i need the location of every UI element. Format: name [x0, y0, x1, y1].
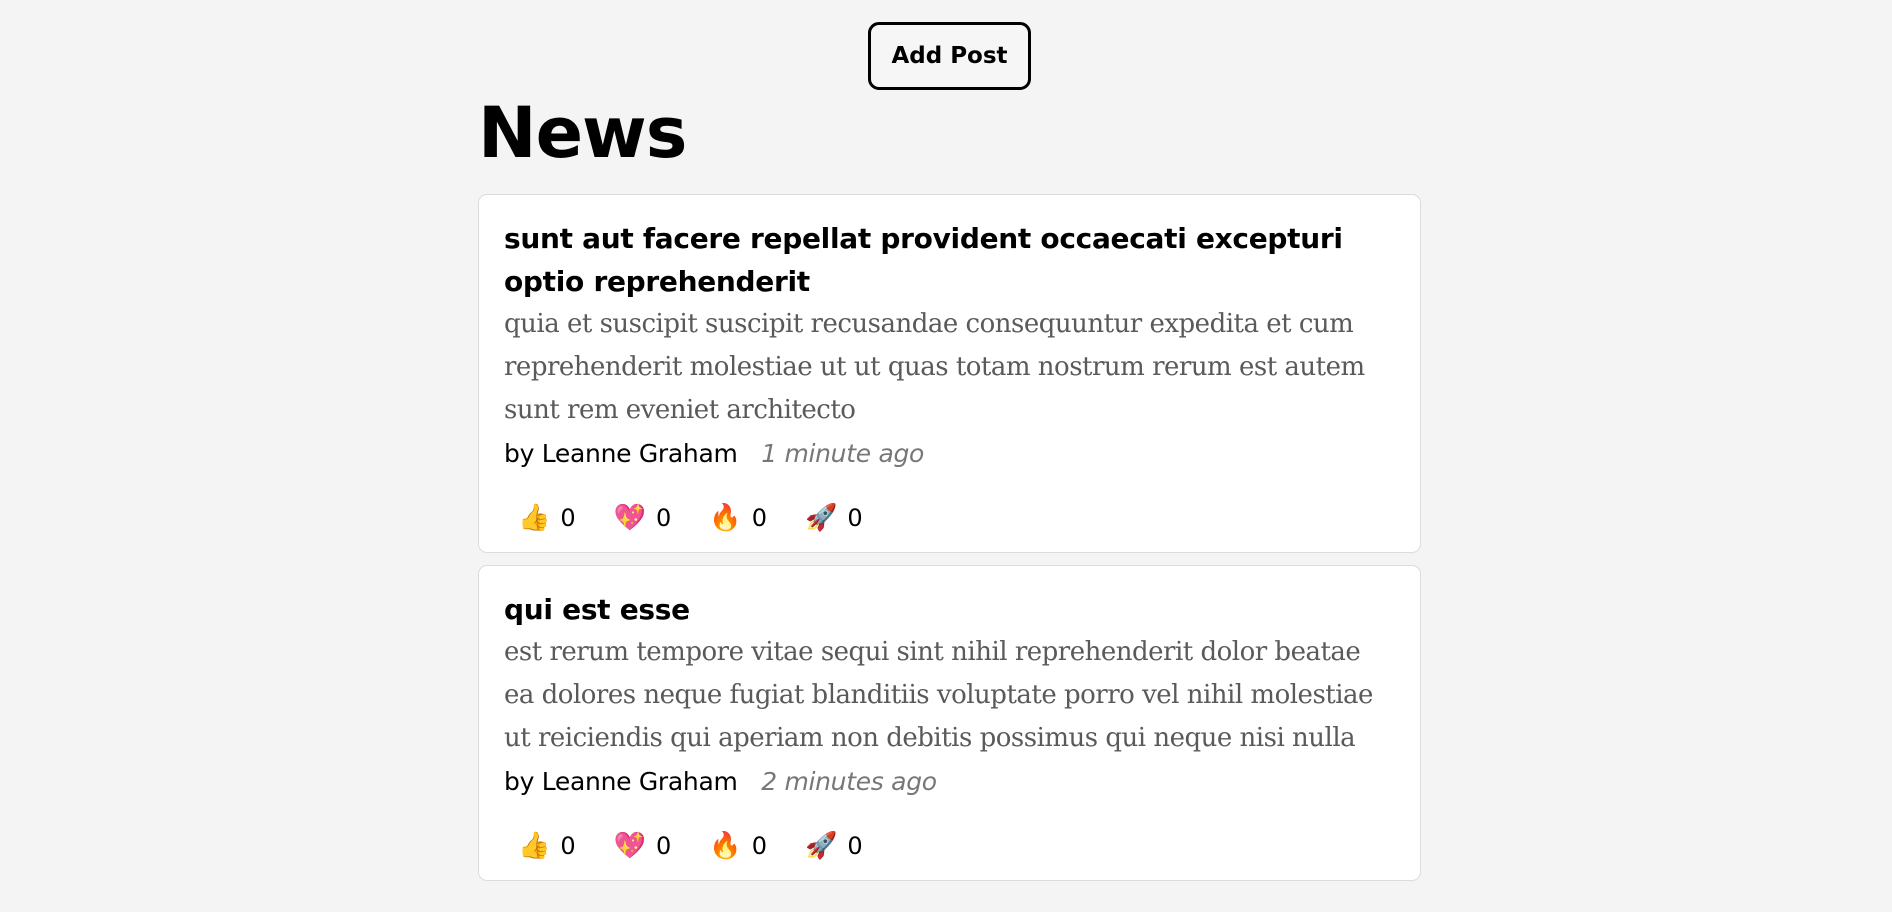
post-author: Leanne Graham — [541, 439, 738, 468]
post-timestamp: 1 minute ago — [761, 439, 925, 468]
reaction-count: 0 — [560, 832, 576, 860]
post-author-prefix: by — [504, 439, 535, 468]
rocket-icon: 🚀 — [804, 831, 838, 861]
reaction-count: 0 — [847, 832, 863, 860]
reaction-count: 0 — [656, 832, 672, 860]
reaction-count: 0 — [847, 504, 863, 532]
rocket-reaction-button[interactable]: 🚀 0 — [791, 497, 877, 539]
post-card: sunt aut facere repellat provident occae… — [478, 194, 1421, 553]
thumbs-up-reaction-button[interactable]: 👍 0 — [504, 825, 590, 867]
post-author: Leanne Graham — [541, 767, 738, 796]
add-post-button[interactable]: Add Post — [868, 22, 1031, 90]
reaction-bar: 👍 0 💖 0 🔥 0 🚀 0 — [504, 497, 1395, 539]
fire-reaction-button[interactable]: 🔥 0 — [695, 825, 781, 867]
post-card: qui est esse est rerum tempore vitae seq… — [478, 565, 1421, 881]
fire-icon: 🔥 — [709, 831, 742, 861]
rocket-reaction-button[interactable]: 🚀 0 — [791, 825, 877, 867]
post-title: sunt aut facere repellat provident occae… — [504, 222, 1343, 298]
page-title: News — [478, 92, 687, 174]
reaction-count: 0 — [751, 504, 767, 532]
fire-reaction-button[interactable]: 🔥 0 — [695, 497, 781, 539]
reaction-count: 0 — [656, 504, 672, 532]
news-feed: News sunt aut facere repellat provident … — [478, 88, 1421, 881]
reaction-count: 0 — [560, 504, 576, 532]
post-title: qui est esse — [504, 593, 690, 626]
heart-reaction-button[interactable]: 💖 0 — [600, 497, 686, 539]
rocket-icon: 🚀 — [804, 503, 838, 533]
post-excerpt: est rerum tempore vitae sequi sint nihil… — [504, 637, 1373, 753]
fire-icon: 🔥 — [709, 503, 742, 533]
sparkling-heart-icon: 💖 — [613, 831, 647, 861]
sparkling-heart-icon: 💖 — [613, 503, 647, 533]
post-excerpt: quia et suscipit suscipit recusandae con… — [504, 309, 1365, 425]
post-meta: by Leanne Graham 2 minutes ago — [504, 760, 1395, 803]
post-meta: by Leanne Graham 1 minute ago — [504, 432, 1395, 475]
thumbs-up-icon: 👍 — [518, 503, 551, 533]
reaction-bar: 👍 0 💖 0 🔥 0 🚀 0 — [504, 825, 1395, 867]
thumbs-up-icon: 👍 — [518, 831, 551, 861]
post-author-prefix: by — [504, 767, 535, 796]
heart-reaction-button[interactable]: 💖 0 — [600, 825, 686, 867]
post-timestamp: 2 minutes ago — [761, 767, 937, 796]
thumbs-up-reaction-button[interactable]: 👍 0 — [504, 497, 590, 539]
page: Add Post News sunt aut facere repellat p… — [0, 0, 1892, 912]
reaction-count: 0 — [751, 832, 767, 860]
